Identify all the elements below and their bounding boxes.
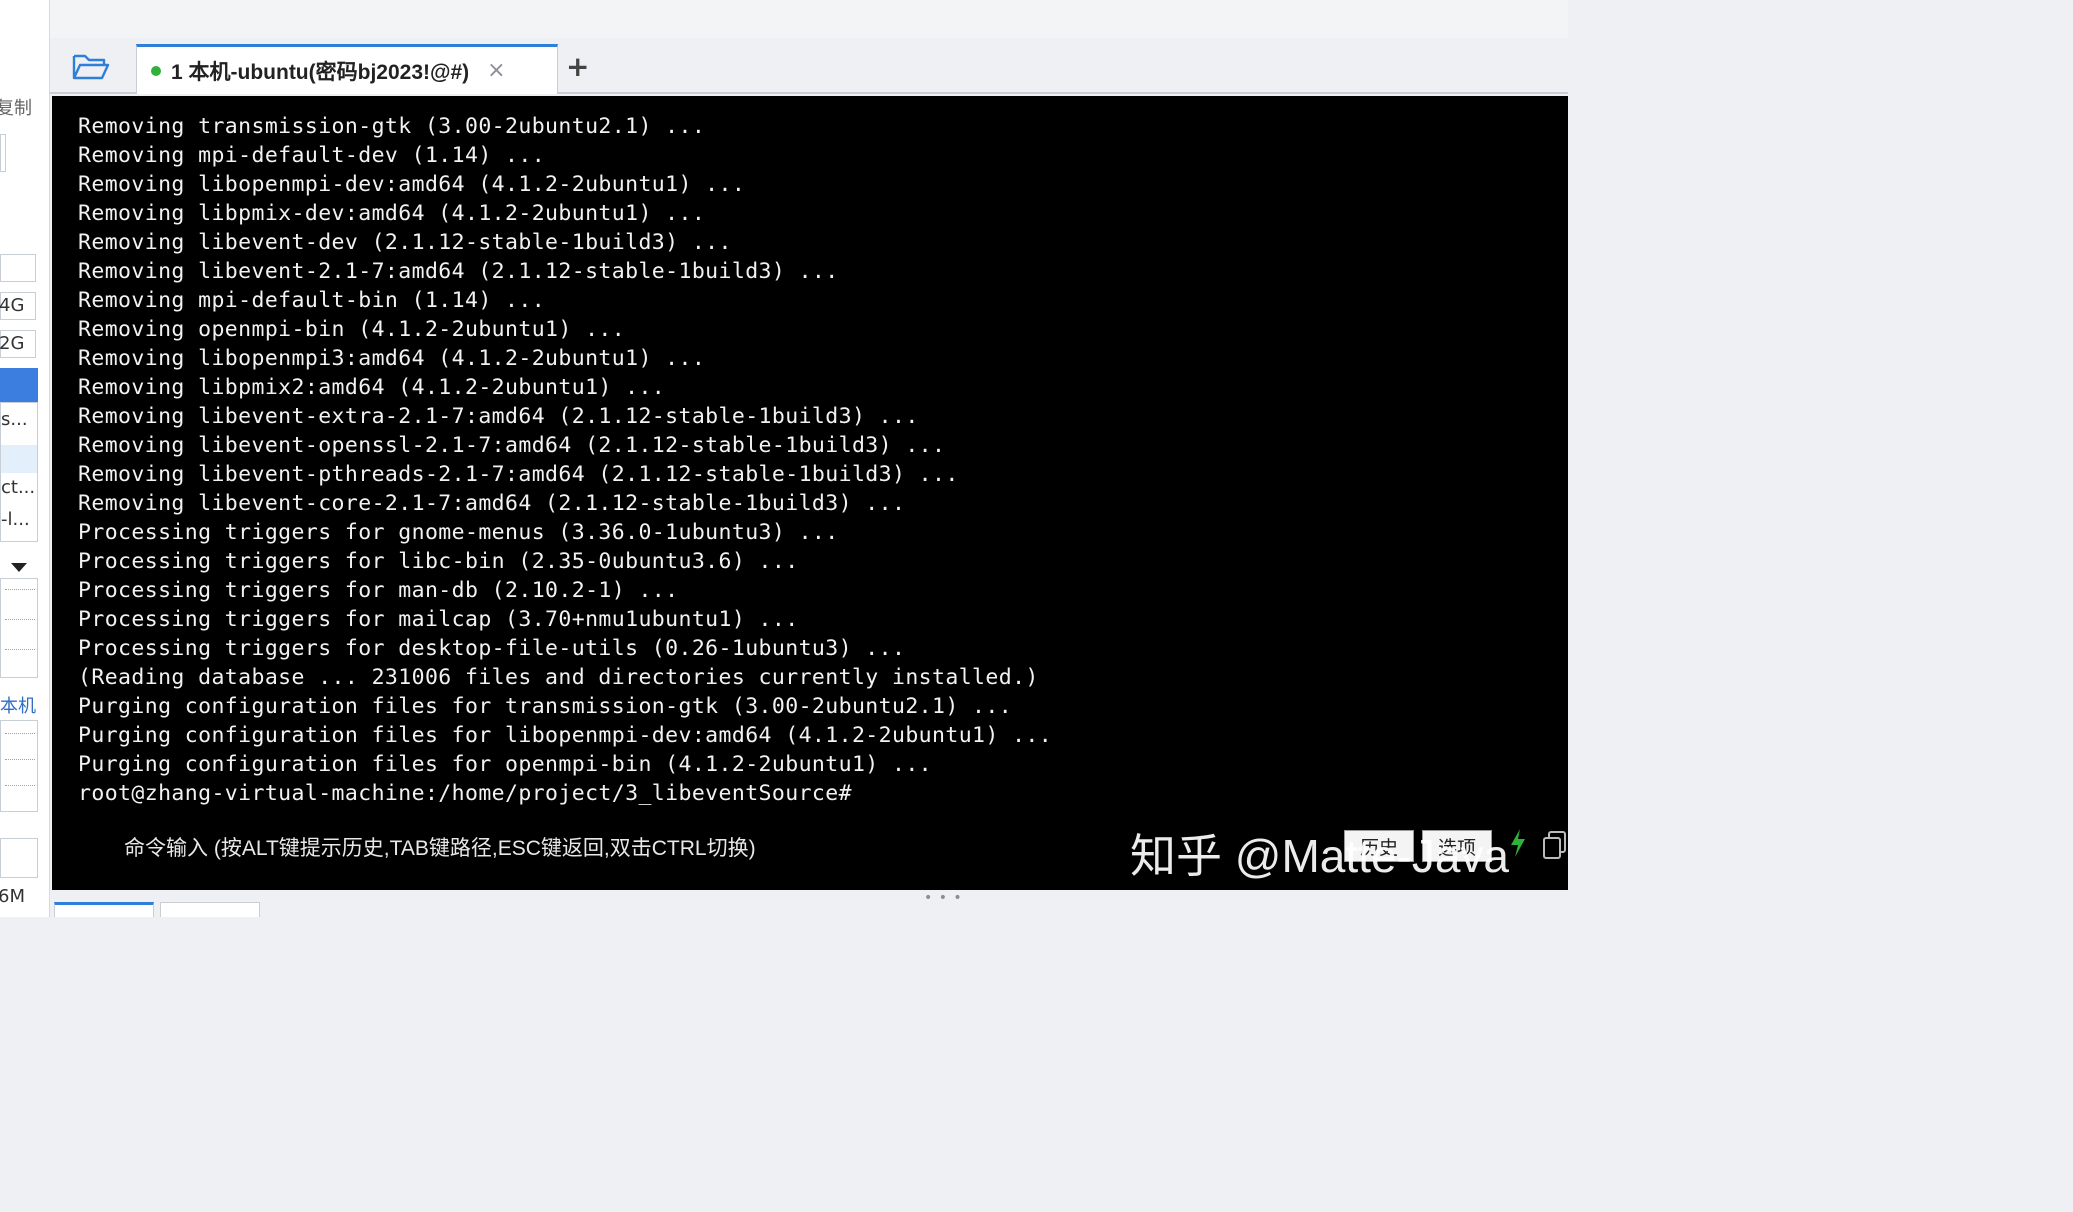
list-item-selected[interactable] <box>1 445 37 473</box>
terminal-line: Removing openmpi-bin (4.1.2-2ubuntu1) ..… <box>78 317 626 342</box>
sidebar-list: s... ct... -l... <box>0 402 38 542</box>
connection-status-icon <box>151 65 161 76</box>
terminal-line: Removing libevent-pthreads-2.1-7:amd64 (… <box>78 462 959 487</box>
dotted-divider <box>5 785 35 786</box>
tab-ubuntu-session[interactable]: 1 本机-ubuntu(密码bj2023!@#) × <box>136 44 558 94</box>
terminal-line: Purging configuration files for libopenm… <box>78 723 1053 748</box>
top-strip <box>50 0 1568 38</box>
terminal-line: Removing transmission-gtk (3.00-2ubuntu2… <box>78 114 706 139</box>
terminal-line: Removing mpi-default-bin (1.14) ... <box>78 288 546 313</box>
terminal-line: root@zhang-virtual-machine:/home/project… <box>78 781 852 806</box>
tab-title: 1 本机-ubuntu(密码bj2023!@#) <box>171 60 470 84</box>
terminal-line: Purging configuration files for transmis… <box>78 694 1013 719</box>
disk-size-b: 2G <box>0 330 36 358</box>
bottom-bar: • • • <box>50 890 1568 917</box>
bottom-tab[interactable] <box>160 902 260 917</box>
terminal-line: Processing triggers for mailcap (3.70+nm… <box>78 607 799 632</box>
command-input-hint[interactable]: 命令输入 (按ALT键提示历史,TAB键路径,ESC键返回,双击CTRL切换) <box>124 832 756 862</box>
terminal-output[interactable]: Removing transmission-gtk (3.00-2ubuntu2… <box>52 96 1568 890</box>
chevron-down-icon[interactable] <box>10 558 28 577</box>
terminal-line: Removing libpmix-dev:amd64 (4.1.2-2ubunt… <box>78 201 706 226</box>
dotted-divider <box>5 589 35 590</box>
terminal-line: Removing libevent-openssl-2.1-7:amd64 (2… <box>78 433 946 458</box>
terminal-text: Removing transmission-gtk (3.00-2ubuntu2… <box>78 112 1052 808</box>
dotted-divider <box>5 649 35 650</box>
list-item[interactable]: s... <box>1 409 28 430</box>
terminal-line: Removing libpmix2:amd64 (4.1.2-2ubuntu1)… <box>78 375 666 400</box>
sidebar-selected-item[interactable] <box>0 368 38 404</box>
resize-handle[interactable]: • • • <box>924 890 963 906</box>
copy-label[interactable]: 复制 <box>0 94 32 120</box>
terminal-line: Removing libevent-extra-2.1-7:amd64 (2.1… <box>78 404 919 429</box>
list-item[interactable]: ct... <box>1 477 35 498</box>
terminal-line: Removing libopenmpi3:amd64 (4.1.2-2ubunt… <box>78 346 706 371</box>
bottom-tab-active[interactable] <box>54 902 154 917</box>
dotted-divider <box>5 733 35 734</box>
sidebar-panel <box>0 720 38 812</box>
watermark: 知乎 @Matte-Java <box>1130 830 1510 882</box>
close-icon[interactable]: × <box>487 58 505 83</box>
terminal-line: Removing libopenmpi-dev:amd64 (4.1.2-2ub… <box>78 172 746 197</box>
memory-label: 6M <box>0 886 25 907</box>
list-item[interactable]: -l... <box>1 509 30 530</box>
terminal-line: Processing triggers for libc-bin (2.35-0… <box>78 549 799 574</box>
dotted-divider <box>5 759 35 760</box>
disk-size-a: 4G <box>0 292 36 320</box>
sidebar-field[interactable] <box>0 838 38 878</box>
terminal-line: Purging configuration files for openmpi-… <box>78 752 933 777</box>
lightning-icon[interactable] <box>1508 828 1528 862</box>
folder-open-icon[interactable] <box>68 48 114 86</box>
terminal-line: Processing triggers for desktop-file-uti… <box>78 636 906 661</box>
terminal-line: Processing triggers for man-db (2.10.2-1… <box>78 578 679 603</box>
left-sidebar: 复制 4G 2G s... ct... -l... 本机 6M <box>0 0 50 917</box>
terminal-line: Removing libevent-core-2.1-7:amd64 (2.1.… <box>78 491 906 516</box>
terminal-line: (Reading database ... 231006 files and d… <box>78 665 1039 690</box>
terminal-line: Removing libevent-2.1-7:amd64 (2.1.12-st… <box>78 259 839 284</box>
terminal-line: Removing mpi-default-dev (1.14) ... <box>78 143 546 168</box>
host-label[interactable]: 本机 <box>0 692 36 718</box>
dotted-divider <box>5 619 35 620</box>
copy-icon[interactable] <box>1542 830 1568 864</box>
sidebar-field[interactable] <box>0 254 36 282</box>
terminal-line: Processing triggers for gnome-menus (3.3… <box>78 520 839 545</box>
add-tab-button[interactable]: + <box>566 50 589 83</box>
sidebar-panel <box>0 578 38 678</box>
tab-bar: 1 本机-ubuntu(密码bj2023!@#) × + <box>50 38 1568 94</box>
sidebar-field-edge <box>0 134 6 172</box>
terminal-line: Removing libevent-dev (2.1.12-stable-1bu… <box>78 230 732 255</box>
